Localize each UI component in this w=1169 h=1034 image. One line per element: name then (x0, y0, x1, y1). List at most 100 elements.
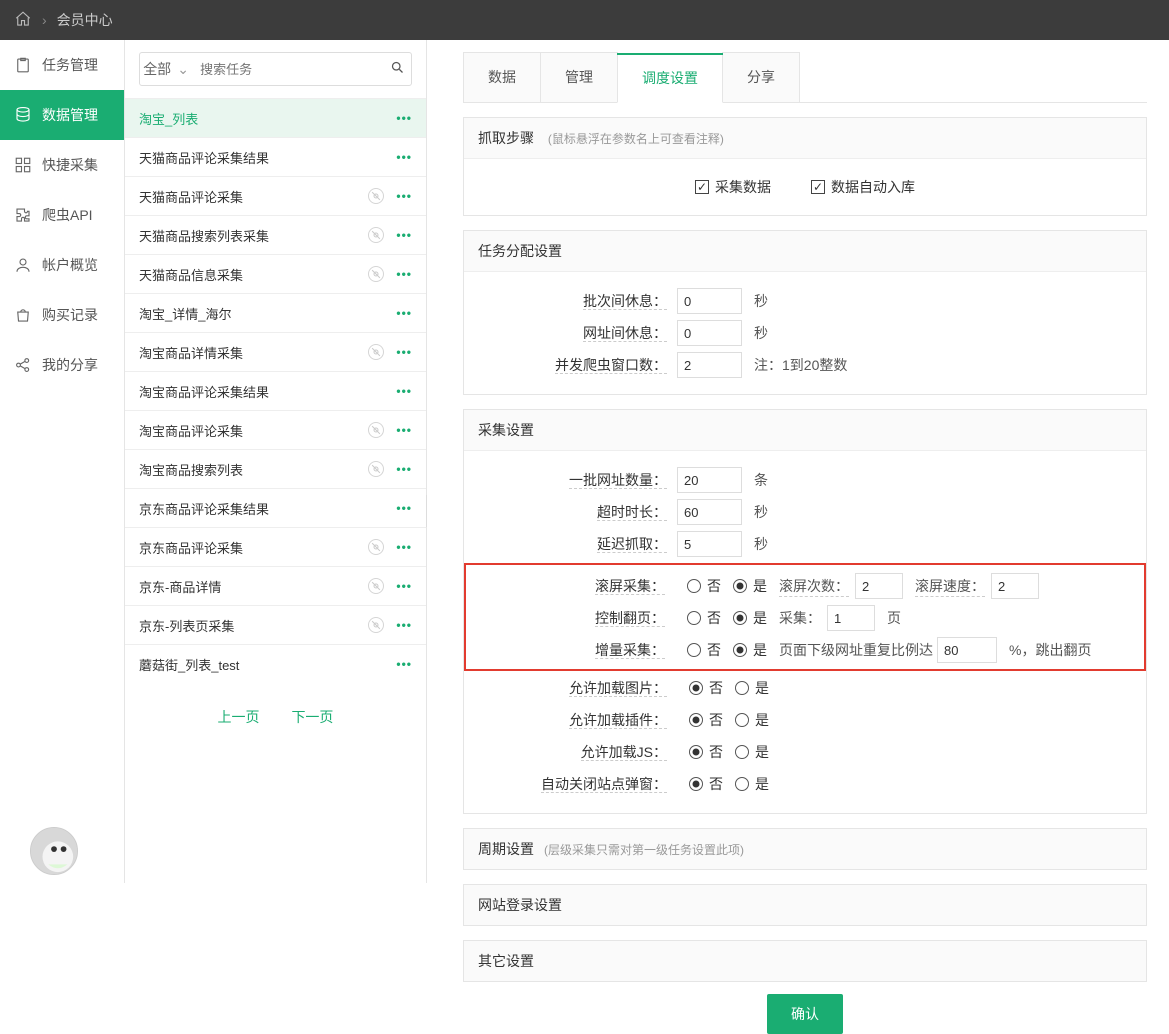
confirm-button[interactable]: 确认 (767, 994, 843, 1034)
sidebar-item-share[interactable]: 我的分享 (0, 340, 124, 390)
task-item[interactable]: 京东-商品详情 ••• (125, 566, 426, 605)
scroll-count-input[interactable] (855, 573, 903, 599)
radio-scroll-no[interactable] (687, 579, 701, 593)
grid-icon (14, 156, 32, 174)
more-icon[interactable]: ••• (394, 657, 412, 671)
more-icon[interactable]: ••• (394, 150, 412, 164)
tab-3[interactable]: 分享 (722, 52, 800, 102)
radio-no-2[interactable] (689, 745, 703, 759)
page-count-input[interactable] (827, 605, 875, 631)
field-label: 批次间休息： (583, 293, 667, 310)
section-other[interactable]: 其它设置 (463, 940, 1147, 982)
radio-incr-no[interactable] (687, 643, 701, 657)
radio-incr-yes[interactable] (733, 643, 747, 657)
url-batch-input[interactable] (677, 467, 742, 493)
compass-icon (368, 422, 384, 438)
section-period[interactable]: 周期设置(层级采集只需对第一级任务设置此项) (463, 828, 1147, 870)
alloc-input-1[interactable] (677, 320, 742, 346)
more-icon[interactable]: ••• (394, 540, 412, 554)
task-item[interactable]: 淘宝商品评论采集 ••• (125, 410, 426, 449)
tab-1[interactable]: 管理 (540, 52, 618, 102)
radio-page-no[interactable] (687, 611, 701, 625)
task-item[interactable]: 京东-列表页采集 ••• (125, 605, 426, 644)
timeout-input[interactable] (677, 499, 742, 525)
task-item[interactable]: 淘宝_列表 ••• (125, 98, 426, 137)
sidebar-item-label: 爬虫API (42, 205, 93, 225)
more-icon[interactable]: ••• (394, 267, 412, 281)
section-hint: (鼠标悬浮在参数名上可查看注释) (548, 132, 724, 146)
task-item[interactable]: 淘宝商品搜索列表 ••• (125, 449, 426, 488)
more-icon[interactable]: ••• (394, 345, 412, 359)
task-name: 淘宝商品评论采集 (139, 421, 243, 440)
more-icon[interactable]: ••• (394, 423, 412, 437)
radio-scroll-yes[interactable] (733, 579, 747, 593)
breadcrumb-title[interactable]: 会员中心 (57, 10, 113, 30)
radio-page-yes[interactable] (733, 611, 747, 625)
unit-label: 秒 (754, 323, 768, 343)
more-icon[interactable]: ••• (394, 384, 412, 398)
section-hint: (层级采集只需对第一级任务设置此项) (544, 843, 744, 857)
more-icon[interactable]: ••• (394, 306, 412, 320)
home-icon[interactable] (14, 10, 32, 31)
radio-yes-1[interactable] (735, 713, 749, 727)
more-icon[interactable]: ••• (394, 189, 412, 203)
task-item[interactable]: 淘宝商品详情采集 ••• (125, 332, 426, 371)
radio-yes-2[interactable] (735, 745, 749, 759)
task-name: 淘宝_列表 (139, 109, 198, 128)
alloc-input-2[interactable] (677, 352, 742, 378)
sidebar-item-account[interactable]: 帐户概览 (0, 240, 124, 290)
task-item[interactable]: 天猫商品评论采集 ••• (125, 176, 426, 215)
sidebar-item-purchase[interactable]: 购买记录 (0, 290, 124, 340)
task-item[interactable]: 天猫商品搜索列表采集 ••• (125, 215, 426, 254)
radio-yes-3[interactable] (735, 777, 749, 791)
task-item[interactable]: 京东商品评论采集 ••• (125, 527, 426, 566)
sidebar-item-quick[interactable]: 快捷采集 (0, 140, 124, 190)
section-title: 网站登录设置 (478, 897, 562, 913)
task-item[interactable]: 淘宝_详情_海尔 ••• (125, 293, 426, 332)
more-icon[interactable]: ••• (394, 618, 412, 632)
text-label: %，跳出翻页 (1009, 640, 1091, 660)
sidebar-item-label: 任务管理 (42, 55, 98, 75)
section-login[interactable]: 网站登录设置 (463, 884, 1147, 926)
sidebar-item-api[interactable]: 爬虫API (0, 190, 124, 240)
checkbox-label: 采集数据 (715, 177, 771, 197)
tab-0[interactable]: 数据 (463, 52, 541, 102)
prev-page-link[interactable]: 上一页 (218, 709, 260, 725)
unit-label: 秒 (754, 291, 768, 311)
next-page-link[interactable]: 下一页 (291, 709, 333, 725)
field-label: 自动关闭站点弹窗： (541, 776, 667, 793)
radio-no-0[interactable] (689, 681, 703, 695)
task-item[interactable]: 蘑菇街_列表_test ••• (125, 644, 426, 683)
more-icon[interactable]: ••• (394, 228, 412, 242)
search-icon[interactable] (384, 60, 411, 78)
search-input[interactable] (192, 62, 384, 77)
radio-yes-0[interactable] (735, 681, 749, 695)
task-item[interactable]: 京东商品评论采集结果 ••• (125, 488, 426, 527)
radio-label: 是 (755, 742, 769, 762)
text-label: 页面下级网址重复比例达 (779, 640, 933, 660)
incr-ratio-input[interactable] (937, 637, 997, 663)
checkbox-auto-store[interactable]: ✓数据自动入库 (811, 177, 915, 197)
unit-label: 秒 (754, 502, 768, 522)
pager: 上一页 下一页 (125, 707, 426, 727)
more-icon[interactable]: ••• (394, 111, 412, 125)
more-icon[interactable]: ••• (394, 579, 412, 593)
task-item[interactable]: 天猫商品信息采集 ••• (125, 254, 426, 293)
task-item[interactable]: 淘宝商品评论采集结果 ••• (125, 371, 426, 410)
scroll-speed-input[interactable] (991, 573, 1039, 599)
field-label: 一批网址数量： (569, 472, 667, 489)
more-icon[interactable]: ••• (394, 462, 412, 476)
compass-icon (368, 266, 384, 282)
alloc-input-0[interactable] (677, 288, 742, 314)
radio-no-3[interactable] (689, 777, 703, 791)
sidebar-item-tasks[interactable]: 任务管理 (0, 40, 124, 90)
task-item[interactable]: 天猫商品评论采集结果 ••• (125, 137, 426, 176)
tab-2[interactable]: 调度设置 (617, 53, 723, 103)
checkbox-collect-data[interactable]: ✓采集数据 (695, 177, 771, 197)
avatar[interactable] (30, 827, 78, 875)
radio-no-1[interactable] (689, 713, 703, 727)
search-scope-select[interactable]: 全部 ⌄ (140, 59, 192, 79)
delay-input[interactable] (677, 531, 742, 557)
more-icon[interactable]: ••• (394, 501, 412, 515)
sidebar-item-data[interactable]: 数据管理 (0, 90, 124, 140)
